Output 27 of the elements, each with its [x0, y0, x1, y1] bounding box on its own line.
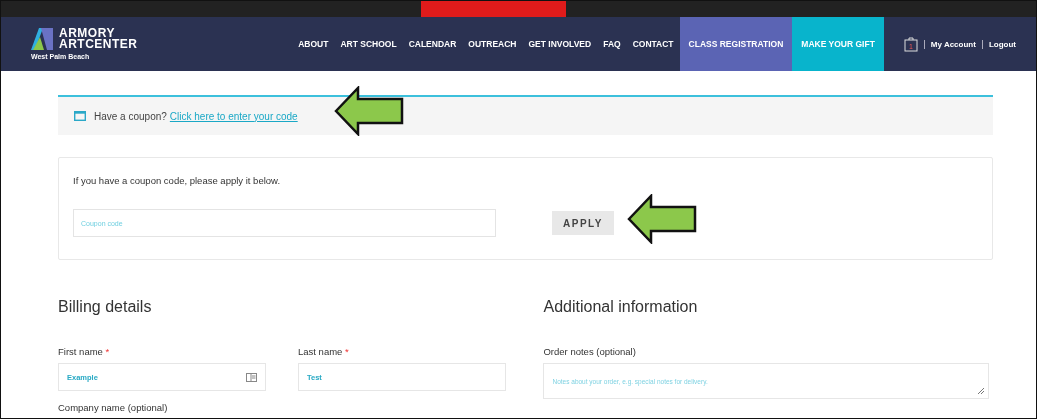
resize-handle-icon[interactable] [977, 387, 986, 395]
logo-text: ARMORY [59, 28, 115, 39]
field-label: First name * [58, 346, 111, 357]
section-title: Additional information [543, 298, 699, 316]
arrow-icon [334, 86, 404, 136]
field-label: Last name * [298, 346, 350, 357]
nav-link[interactable]: CONTACT [626, 17, 680, 71]
account-link[interactable]: My Account [923, 39, 976, 49]
coupon-question: Have a coupon? [94, 110, 167, 122]
contact-card-icon[interactable] [246, 372, 257, 382]
arrow-icon [627, 194, 697, 244]
nav-link[interactable]: FAQ [597, 17, 627, 71]
logo-text: ARTCENTER [59, 39, 138, 50]
logo-icon [31, 28, 53, 50]
coupon-hint: If you have a coupon code, please apply it below. [73, 175, 282, 186]
window-icon [74, 111, 86, 121]
account-link[interactable]: Logout [981, 39, 1016, 49]
nav-link[interactable]: GET INVOLVED [522, 17, 598, 71]
nav-link[interactable]: ABOUT [292, 17, 335, 71]
section-title: Billing details [58, 298, 153, 316]
nav-link[interactable]: ART SCHOOL [334, 17, 403, 71]
nav-link[interactable]: OUTREACH [462, 17, 523, 71]
field-label: Order notes (optional) [543, 346, 637, 357]
nav-button[interactable]: CLASS REGISTRATION [679, 17, 793, 71]
apply-button[interactable]: APPLY [552, 211, 614, 235]
nav-link[interactable]: CALENDAR [402, 17, 463, 71]
field-label: Company name (optional) [58, 402, 169, 413]
